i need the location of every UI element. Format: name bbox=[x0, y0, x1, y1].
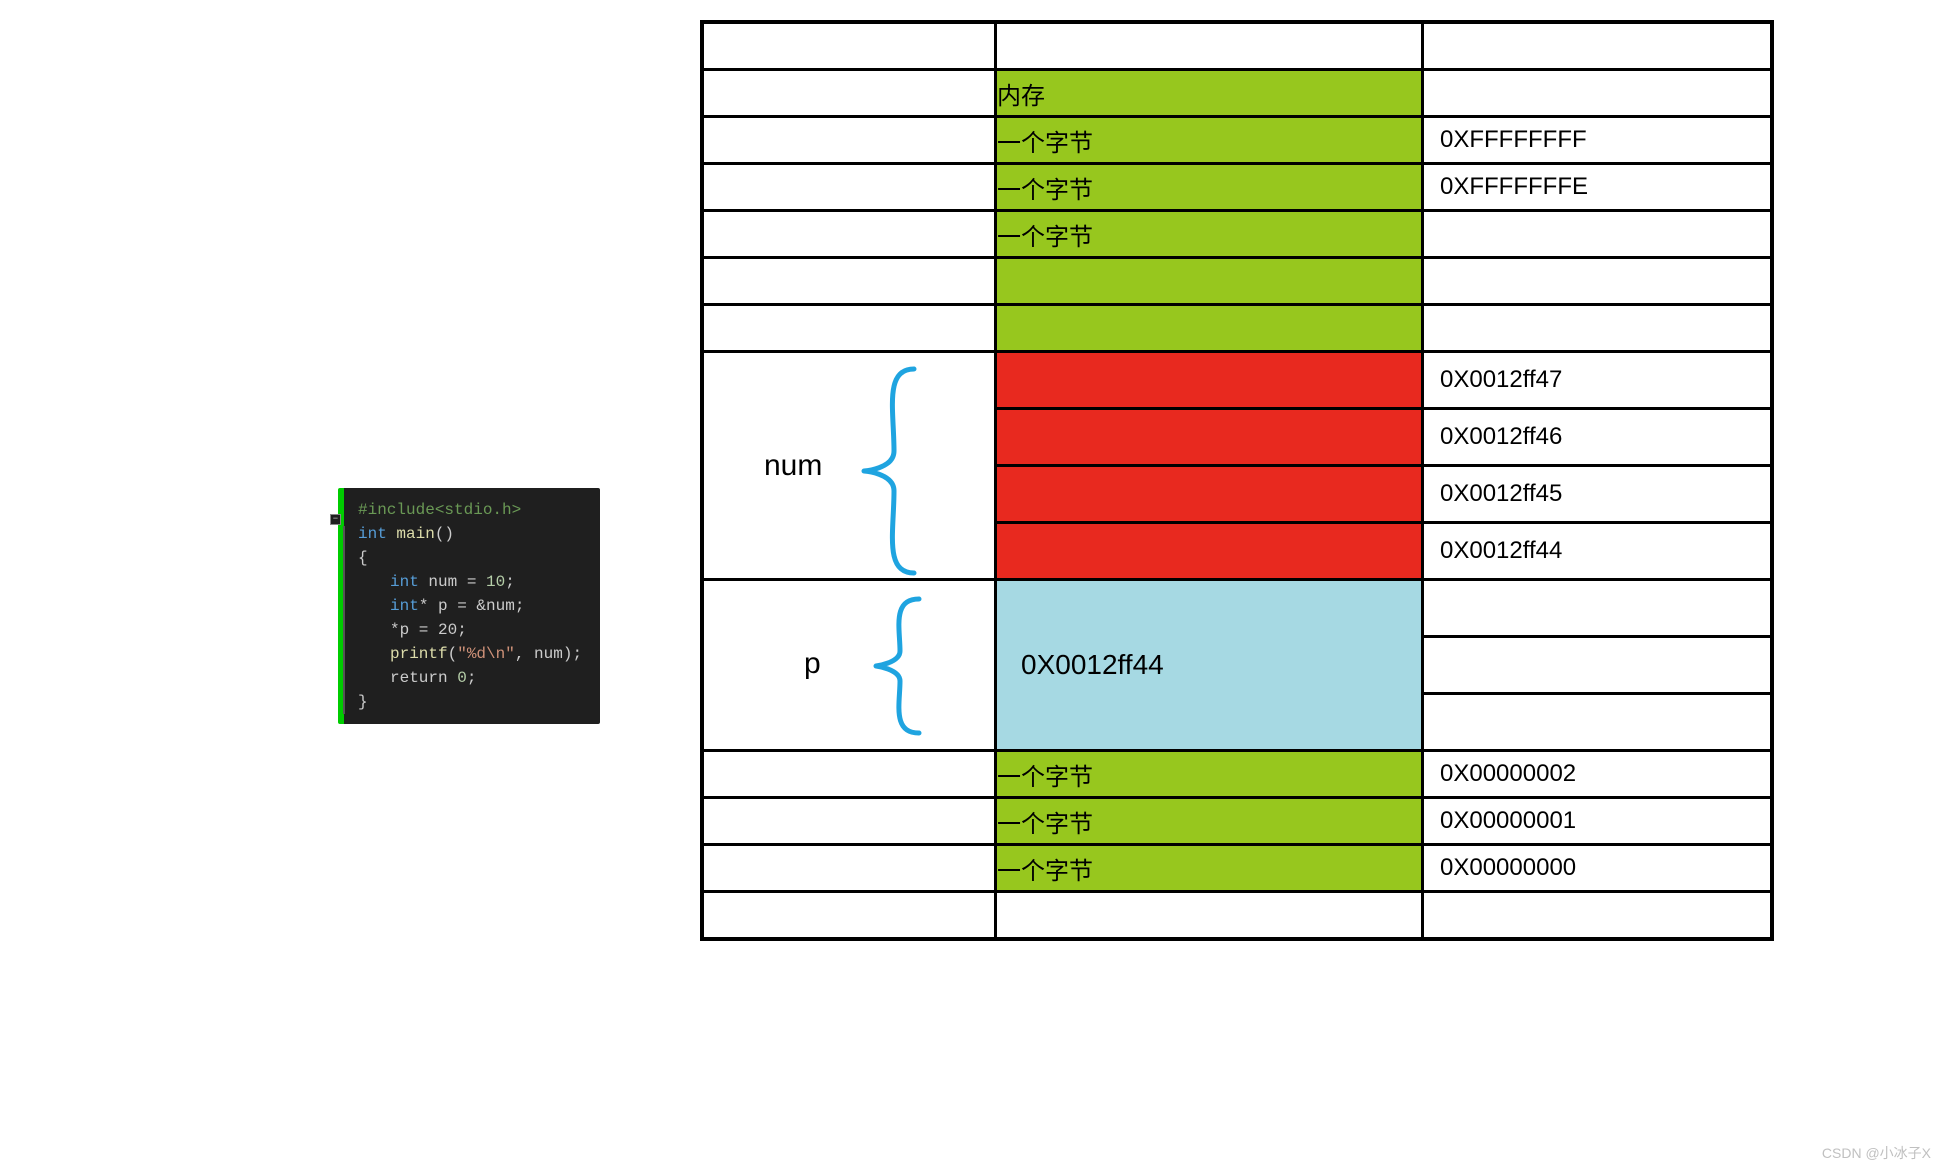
code-l5b: * p = &num; bbox=[419, 597, 525, 615]
addr-value: 0X0012ff45 bbox=[1440, 480, 1562, 507]
addr-value: 0XFFFFFFFF bbox=[1440, 126, 1587, 153]
code-l8b: ( bbox=[448, 645, 458, 663]
num-label: num bbox=[764, 449, 822, 483]
code-l3: { bbox=[358, 549, 368, 567]
code-l2b: main bbox=[387, 525, 435, 543]
byte-label: 一个字节 bbox=[997, 764, 1093, 791]
byte-label: 一个字节 bbox=[997, 858, 1093, 885]
table-row bbox=[702, 258, 1772, 305]
addr-value: 0X00000002 bbox=[1440, 760, 1576, 787]
table-row: 一个字节 0XFFFFFFFF bbox=[702, 117, 1772, 164]
gutter-line bbox=[343, 526, 345, 714]
table-row: 一个字节 0X00000001 bbox=[702, 798, 1772, 845]
code-l9a: return bbox=[390, 669, 457, 687]
table-row: 一个字节 bbox=[702, 211, 1772, 258]
brace-p-icon bbox=[864, 591, 934, 741]
byte-label: 一个字节 bbox=[997, 811, 1093, 838]
table-row: p 0X0012ff44 bbox=[702, 580, 1772, 637]
code-snippet: − #include<stdio.h> int main() { int num… bbox=[338, 488, 600, 724]
p-value: 0X0012ff44 bbox=[1021, 649, 1164, 680]
watermark: CSDN @小冰子X bbox=[1822, 1143, 1931, 1163]
fold-icon: − bbox=[330, 514, 341, 525]
addr-value: 0X0012ff46 bbox=[1440, 423, 1562, 450]
code-l8c: "%d\n" bbox=[457, 645, 515, 663]
code-l5a: int bbox=[390, 597, 419, 615]
code-l4c: 10 bbox=[486, 573, 505, 591]
addr-value: 0X0012ff44 bbox=[1440, 537, 1562, 564]
table-row bbox=[702, 305, 1772, 352]
code-l4b: num = bbox=[419, 573, 486, 591]
code-l10: } bbox=[358, 693, 368, 711]
table-row: num 0X0012ff47 bbox=[702, 352, 1772, 409]
brace-num-icon bbox=[854, 361, 934, 581]
addr-value: 0X0012ff47 bbox=[1440, 366, 1562, 393]
code-l8a: printf bbox=[390, 645, 448, 663]
byte-label: 一个字节 bbox=[997, 130, 1093, 157]
table-row: 一个字节 0X00000002 bbox=[702, 751, 1772, 798]
code-line-1: #include<stdio.h> bbox=[358, 501, 521, 519]
p-label: p bbox=[804, 647, 821, 681]
code-l8d: , num); bbox=[515, 645, 582, 663]
table-row bbox=[702, 892, 1772, 940]
table-row: 一个字节 0X00000000 bbox=[702, 845, 1772, 892]
table-row bbox=[702, 22, 1772, 70]
code-l6: *p = 20; bbox=[390, 621, 467, 639]
table-row: 内存 bbox=[702, 70, 1772, 117]
code-l2a: int bbox=[358, 525, 387, 543]
addr-value: 0X00000000 bbox=[1440, 854, 1576, 881]
code-l2c: () bbox=[435, 525, 454, 543]
byte-label: 一个字节 bbox=[997, 224, 1093, 251]
table-row: 一个字节 0XFFFFFFFE bbox=[702, 164, 1772, 211]
mem-header: 内存 bbox=[997, 83, 1045, 110]
byte-label: 一个字节 bbox=[997, 177, 1093, 204]
code-l4a: int bbox=[390, 573, 419, 591]
addr-value: 0X00000001 bbox=[1440, 807, 1576, 834]
code-l9c: ; bbox=[467, 669, 477, 687]
memory-table: 内存 一个字节 0XFFFFFFFF 一个字节 0XFFFFFFFE 一个字节 … bbox=[700, 20, 1774, 941]
code-l4d: ; bbox=[505, 573, 515, 591]
addr-value: 0XFFFFFFFE bbox=[1440, 173, 1588, 200]
code-l9b: 0 bbox=[457, 669, 467, 687]
